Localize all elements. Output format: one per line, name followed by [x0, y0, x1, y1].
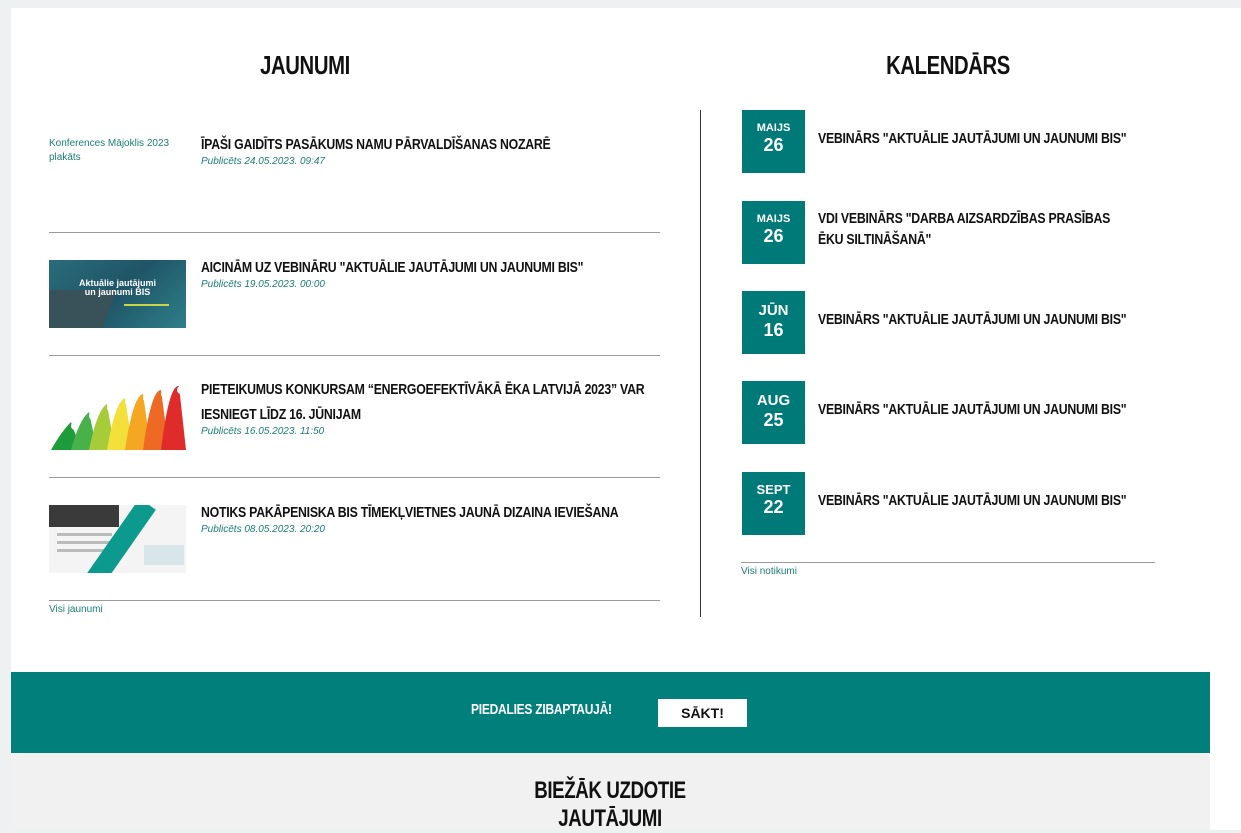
calendar-divider — [741, 562, 1155, 563]
news-item: Pieteikumus konkursam “Energoefektīvākā … — [49, 381, 660, 452]
event-month: MAIJS — [756, 122, 791, 134]
event-title-link[interactable]: Vebinārs "Aktuālie jautājumi un jaunumi … — [818, 399, 1138, 420]
news-item: Aktuālie jautājumi un jaunumi BIS Aicinā… — [49, 259, 660, 328]
news-date: Publicēts 19.05.2023. 00:00 — [201, 279, 325, 290]
calendar-section-title: Kalendārs — [886, 50, 1010, 80]
event-title-link[interactable]: Vebinārs "Aktuālie jautājumi un jaunumi … — [818, 309, 1138, 330]
news-divider — [49, 600, 660, 601]
event-day: 16 — [763, 320, 784, 340]
event-title-link[interactable]: VDI vebinārs "Darba aizsardzības prasība… — [818, 208, 1138, 250]
event-month: SEPT — [756, 482, 791, 497]
event-day: 26 — [763, 226, 784, 246]
thumbnail-text-line2: un jaunumi BIS — [84, 287, 151, 297]
news-divider — [49, 477, 660, 478]
survey-banner-text: Piedalies zibaptaujā! — [471, 701, 612, 718]
news-date: Publicēts 24.05.2023. 09:47 — [201, 156, 325, 167]
event-date-badge: MAIJS 26 — [742, 110, 805, 173]
news-thumbnail-alt[interactable]: Konferences Mājoklis 2023 plakāts — [49, 137, 189, 165]
all-news-link[interactable]: Visi jaunumi — [49, 604, 103, 615]
news-headline-link[interactable]: Notiks pakāpeniska BIS tīmekļvietnes jau… — [201, 500, 656, 525]
news-headline-link[interactable]: Īpaši gaidīts pasākums namu pārvaldīšana… — [201, 132, 656, 157]
event-day: 22 — [763, 497, 784, 517]
event-date-badge: MAIJS 26 — [742, 201, 805, 264]
news-divider — [49, 232, 660, 233]
news-headline-link[interactable]: Aicinām uz vebināru "Aktuālie jautājumi … — [201, 255, 656, 280]
news-divider — [49, 355, 660, 356]
faq-title: Biežāk uzdotie jautājumi — [534, 777, 686, 832]
event-month: JŪN — [758, 302, 789, 319]
event-day: 25 — [763, 410, 784, 430]
event-month: MAIJS — [756, 213, 791, 225]
energy-rating-chart-icon — [51, 385, 186, 450]
column-divider — [700, 110, 701, 617]
news-item: Konferences Mājoklis 2023 plakāts Īpaši … — [49, 136, 660, 197]
event-day: 26 — [763, 135, 784, 155]
event-title-link[interactable]: Vebinārs "Aktuālie jautājumi un jaunumi … — [818, 490, 1138, 511]
news-section-title: Jaunumi — [260, 50, 350, 80]
news-thumbnail[interactable] — [49, 505, 186, 573]
news-date: Publicēts 08.05.2023. 20:20 — [201, 524, 325, 535]
event-month: AUG — [756, 392, 791, 409]
event-date-badge: JŪN 16 — [742, 291, 805, 354]
news-thumbnail[interactable]: Aktuālie jautājumi un jaunumi BIS — [49, 260, 186, 328]
start-survey-button[interactable]: SĀKT! — [658, 699, 747, 727]
event-date-badge: SEPT 22 — [742, 472, 805, 535]
all-events-link[interactable]: Visi notikumi — [741, 566, 797, 577]
event-title-link[interactable]: Vebinārs "Aktuālie jautājumi un jaunumi … — [818, 128, 1138, 149]
event-date-badge: AUG 25 — [742, 381, 805, 444]
survey-banner: Piedalies zibaptaujā! SĀKT! — [11, 672, 1210, 753]
news-date: Publicēts 16.05.2023. 11:50 — [201, 426, 325, 437]
news-item: Notiks pakāpeniska BIS tīmekļvietnes jau… — [49, 504, 660, 573]
faq-section: Biežāk uzdotie jautājumi — [11, 753, 1210, 832]
news-headline-link[interactable]: Pieteikumus konkursam “Energoefektīvākā … — [201, 377, 656, 427]
news-thumbnail[interactable] — [49, 382, 186, 450]
